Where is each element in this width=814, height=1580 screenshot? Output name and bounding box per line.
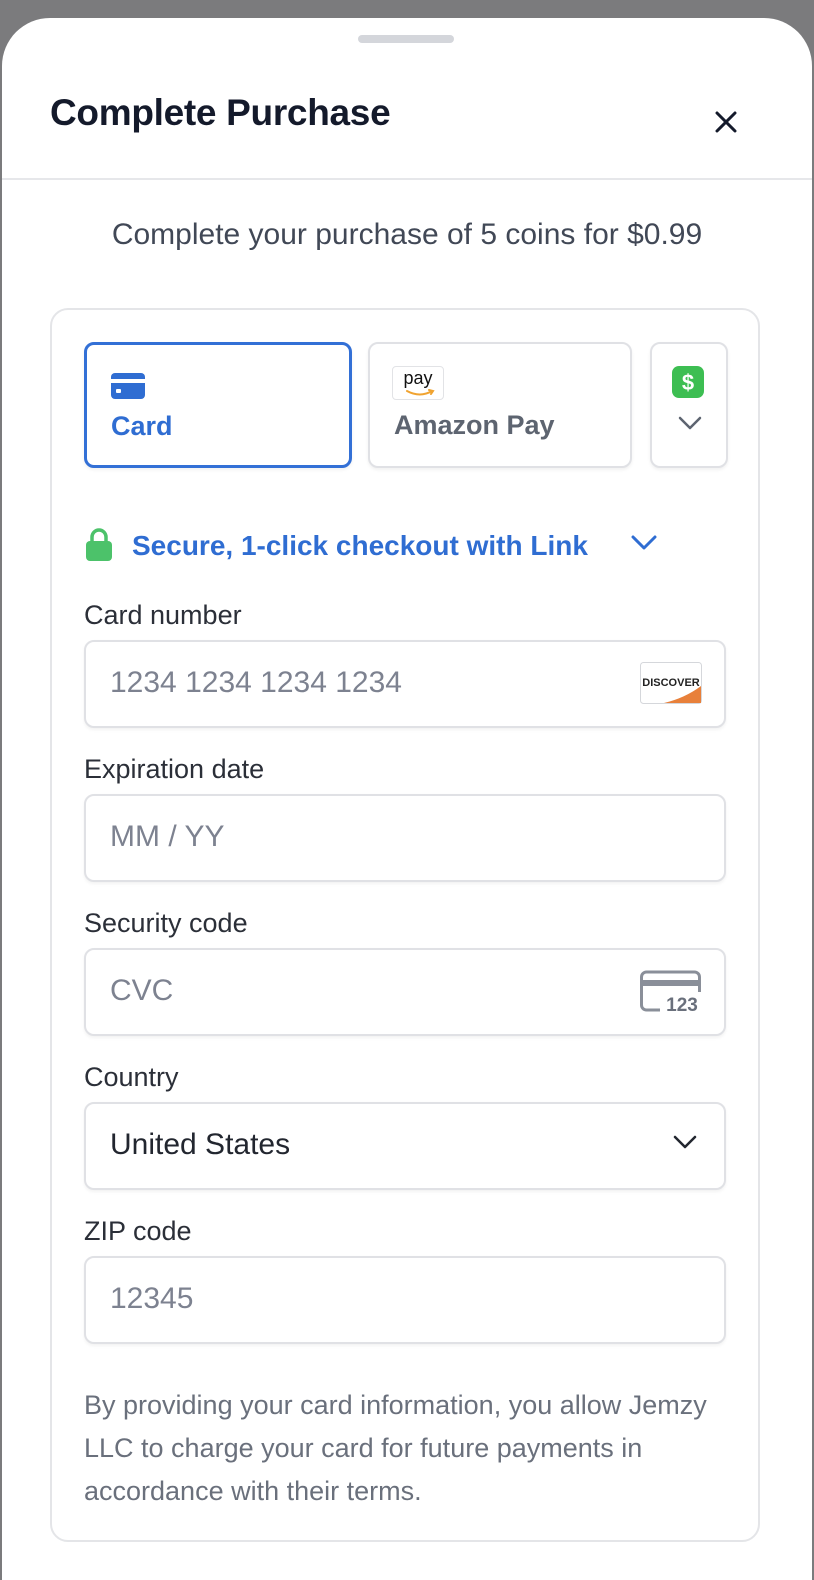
- svg-text:123: 123: [666, 995, 698, 1014]
- chevron-down-icon: [673, 1135, 697, 1149]
- tab-amazon-pay[interactable]: pay Amazon Pay: [368, 342, 632, 468]
- tab-amazon-pay-label: Amazon Pay: [394, 410, 555, 440]
- chevron-down-icon: [678, 416, 702, 430]
- svg-text:DISCOVER: DISCOVER: [642, 677, 700, 689]
- cvc-card-icon: 123: [640, 970, 702, 1019]
- amazon-pay-icon-text: pay: [403, 368, 433, 388]
- chevron-down-icon: [631, 535, 657, 550]
- link-checkout-text: Secure, 1-click checkout with Link: [132, 530, 588, 561]
- country-label: Country: [84, 1062, 179, 1092]
- security-code-placeholder: CVC: [110, 974, 174, 1007]
- sheet-header: Complete Purchase: [2, 18, 812, 180]
- payment-form: Card pay Amazon Pay $ Secure, 1-click ch…: [50, 308, 760, 1542]
- page-title: Complete Purchase: [50, 92, 391, 133]
- cash-app-icon: $: [672, 366, 704, 398]
- zip-code-field[interactable]: 12345: [84, 1256, 726, 1344]
- security-code-field[interactable]: CVC 123: [84, 948, 726, 1036]
- card-terms-disclaimer: By providing your card information, you …: [84, 1390, 707, 1506]
- country-value: United States: [110, 1128, 291, 1161]
- amazon-smile-icon: [406, 389, 435, 396]
- tab-card[interactable]: Card: [84, 342, 352, 468]
- card-number-label: Card number: [84, 600, 242, 630]
- lock-icon: [86, 528, 112, 561]
- expiration-placeholder: MM / YY: [110, 820, 225, 853]
- svg-text:$: $: [682, 370, 694, 395]
- zip-code-placeholder: 12345: [110, 1282, 194, 1315]
- expiration-label: Expiration date: [84, 754, 265, 784]
- amazon-pay-icon: pay: [392, 366, 444, 400]
- card-number-placeholder: 1234 1234 1234 1234: [110, 666, 402, 699]
- security-code-label: Security code: [84, 908, 248, 938]
- tab-card-label: Card: [111, 411, 173, 441]
- close-icon: [715, 111, 737, 133]
- purchase-summary: Complete your purchase of 5 coins for $0…: [111, 218, 703, 251]
- purchase-sheet: Complete Purchase Complete your purchase…: [2, 18, 812, 1580]
- close-button[interactable]: [702, 98, 748, 144]
- link-checkout-toggle[interactable]: Secure, 1-click checkout with Link: [84, 528, 724, 568]
- tab-more-methods[interactable]: $: [650, 342, 728, 468]
- card-number-field[interactable]: 1234 1234 1234 1234 DISCOVER: [84, 640, 726, 728]
- zip-code-label: ZIP code: [84, 1216, 192, 1246]
- expiration-field[interactable]: MM / YY: [84, 794, 726, 882]
- country-select[interactable]: United States: [84, 1102, 726, 1190]
- credit-card-icon: [111, 373, 145, 399]
- discover-logo-icon: DISCOVER: [640, 662, 702, 709]
